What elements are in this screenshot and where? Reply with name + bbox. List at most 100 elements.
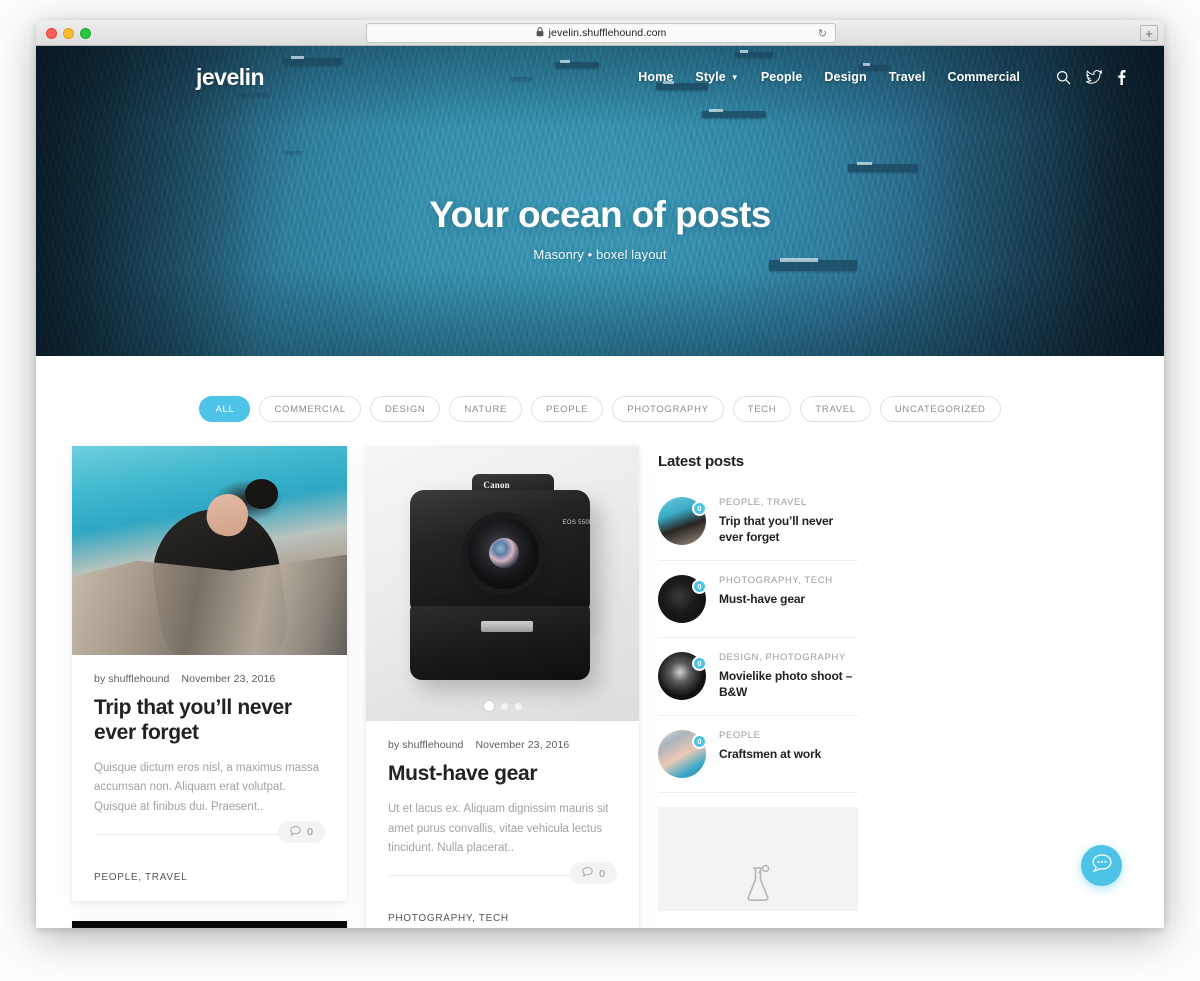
nav-item-home[interactable]: Home — [638, 70, 673, 84]
sidebar-post-categories: PEOPLE, TRAVEL — [719, 497, 807, 508]
posts-grid: by shufflehound November 23, 2016 Trip th… — [36, 422, 1164, 928]
post-date: November 23, 2016 — [181, 673, 276, 685]
filter-pill-photography[interactable]: PHOTOGRAPHY — [612, 396, 724, 422]
camera-battery-grip — [409, 605, 590, 680]
nav-label: Home — [638, 70, 674, 84]
browser-titlebar: jevelin.shufflehound.com ↻ + — [36, 20, 1164, 46]
nav-label: Design — [824, 70, 867, 84]
sidebar: Latest posts 0 PEOPLE, TRAVEL Trip that … — [658, 446, 858, 911]
post-meta: by shufflehound November 23, 2016 — [94, 673, 325, 685]
sidebar-post-text: PEOPLE Craftsmen at work — [719, 730, 821, 762]
post-excerpt: Quisque dictum eros nisl, a maximus mass… — [94, 761, 319, 814]
sidebar-post-title[interactable]: Trip that you’ll never ever forget — [719, 513, 858, 546]
post-categories[interactable]: PEOPLE, TRAVEL — [72, 872, 347, 901]
sidebar-post-item[interactable]: 0 PEOPLE, TRAVEL Trip that you’ll never … — [658, 483, 858, 561]
address-bar[interactable]: jevelin.shufflehound.com ↻ — [366, 23, 836, 43]
post-date: November 23, 2016 — [475, 739, 570, 751]
comment-count-badge[interactable]: 0 — [570, 862, 617, 885]
sidebar-post-item[interactable]: 0 PEOPLE Craftsmen at work — [658, 716, 858, 793]
chat-widget-button[interactable] — [1081, 845, 1122, 886]
carousel-dot-1[interactable] — [483, 701, 494, 711]
sidebar-post-categories: PHOTOGRAPHY, TECH — [719, 574, 833, 586]
comment-badge: 0 — [692, 655, 707, 671]
comment-badge: 0 — [692, 733, 707, 749]
sidebar-post-item[interactable]: 0 DESIGN, PHOTOGRAPHY Movielike photo sh… — [658, 638, 858, 716]
filter-pill-uncategorized[interactable]: UNCATEGORIZED — [879, 396, 1001, 422]
chevron-down-icon: ▼ — [730, 72, 739, 82]
window-controls — [46, 28, 91, 39]
camera-brand-label: Canon — [483, 480, 510, 491]
nav-item-design[interactable]: Design — [824, 70, 866, 84]
filter-pill-commercial[interactable]: COMMERCIAL — [259, 396, 361, 422]
site-logo[interactable]: jevelin — [196, 64, 265, 91]
sidebar-post-text: PHOTOGRAPHY, TECH Must-have gear — [719, 575, 833, 607]
camera-model-label: EOS 550D — [562, 520, 594, 527]
post-title[interactable]: Trip that you’ll never ever forget — [94, 696, 325, 746]
chat-bubble-icon — [1091, 853, 1113, 878]
post-meta: by shufflehound November 23, 2016 — [388, 739, 617, 751]
sidebar-post-title[interactable]: Must-have gear — [719, 591, 833, 607]
url-text: jevelin.shufflehound.com — [548, 27, 667, 39]
post-card[interactable]: Canon EOS 550D by shufflehound November … — [366, 446, 639, 928]
comment-count: 0 — [307, 826, 313, 839]
sidebar-post-item[interactable]: 0 PHOTOGRAPHY, TECH Must-have gear — [658, 561, 858, 638]
filter-pill-people[interactable]: PEOPLE — [531, 396, 604, 422]
facebook-icon[interactable] — [1117, 69, 1126, 85]
sidebar-post-title[interactable]: Craftsmen at work — [719, 746, 821, 762]
maximize-window-button[interactable] — [80, 28, 91, 39]
sidebar-post-categories: DESIGN, PHOTOGRAPHY — [719, 651, 846, 663]
grid-column-middle: Canon EOS 550D by shufflehound November … — [366, 446, 639, 928]
hero-banner: jevelin Home Style ▼ People Design Travel… — [36, 46, 1164, 356]
nav-label: People — [760, 70, 803, 84]
filter-pill-nature[interactable]: NATURE — [449, 396, 523, 422]
post-author: by shufflehound — [94, 673, 170, 685]
sidebar-widget-placeholder — [658, 806, 858, 911]
comment-bubble-icon — [290, 825, 301, 839]
sidebar-thumb-wrap: 0 — [658, 574, 707, 623]
photo-hair-detail — [245, 479, 279, 509]
hero-content: Your ocean of posts Masonry • boxel layo… — [36, 194, 1164, 262]
sidebar-post-categories: PEOPLE — [719, 729, 761, 741]
sidebar-title: Latest posts — [658, 453, 744, 470]
post-categories[interactable]: PHOTOGRAPHY, TECH — [366, 913, 639, 928]
twitter-icon[interactable] — [1086, 70, 1102, 84]
close-window-button[interactable] — [46, 28, 57, 39]
nav-label: Style — [695, 70, 726, 84]
nav-item-travel[interactable]: Travel — [889, 70, 926, 84]
lock-icon — [536, 25, 544, 41]
nav-item-people[interactable]: People — [761, 70, 803, 84]
woman-on-rocks-photo[interactable] — [72, 446, 347, 655]
carousel-pagination — [366, 701, 639, 711]
carousel-dot-3[interactable] — [514, 702, 522, 710]
hero-title: Your ocean of posts — [429, 194, 771, 235]
post-card[interactable]: by shufflehound November 23, 2016 Trip th… — [72, 446, 347, 901]
new-tab-button[interactable]: + — [1140, 25, 1158, 41]
reload-icon[interactable]: ↻ — [818, 27, 827, 40]
post-title[interactable]: Must-have gear — [388, 762, 617, 787]
category-filter-bar: ALL COMMERCIAL DESIGN NATURE PEOPLE PHOT… — [36, 356, 1164, 422]
filter-pill-all[interactable]: ALL — [199, 396, 251, 422]
canon-camera-photo[interactable]: Canon EOS 550D — [366, 446, 639, 721]
nav-item-commercial[interactable]: Commercial — [947, 70, 1020, 84]
post-card-footer: 0 — [94, 820, 325, 872]
post-card-body: by shufflehound November 23, 2016 Must-ha… — [366, 721, 639, 913]
camera-grip-slot — [480, 620, 533, 632]
sidebar-post-title[interactable]: Movielike photo shoot – B&W — [719, 668, 858, 701]
sidebar-thumb-wrap: 0 — [658, 497, 707, 545]
filter-pill-tech[interactable]: TECH — [732, 396, 792, 422]
minimize-window-button[interactable] — [63, 28, 74, 39]
page-viewport: jevelin Home Style ▼ People Design Travel… — [36, 46, 1164, 928]
filter-pill-design[interactable]: DESIGN — [369, 396, 441, 422]
search-icon[interactable] — [1056, 70, 1071, 85]
grid-column-left: by shufflehound November 23, 2016 Trip th… — [72, 446, 347, 928]
nav-icon-group — [1056, 69, 1126, 85]
filter-pill-travel[interactable]: TRAVEL — [800, 396, 871, 422]
carousel-dot-2[interactable] — [500, 702, 508, 710]
post-card-body: by shufflehound November 23, 2016 Trip th… — [72, 655, 347, 872]
sidebar-post-text: PEOPLE, TRAVEL Trip that you’ll never ev… — [719, 497, 858, 546]
comment-count-badge[interactable]: 0 — [278, 820, 325, 843]
nav-item-style[interactable]: Style ▼ — [695, 70, 738, 84]
dark-photo[interactable] — [72, 920, 347, 928]
post-card[interactable] — [72, 920, 347, 928]
post-author: by shufflehound — [388, 739, 464, 751]
